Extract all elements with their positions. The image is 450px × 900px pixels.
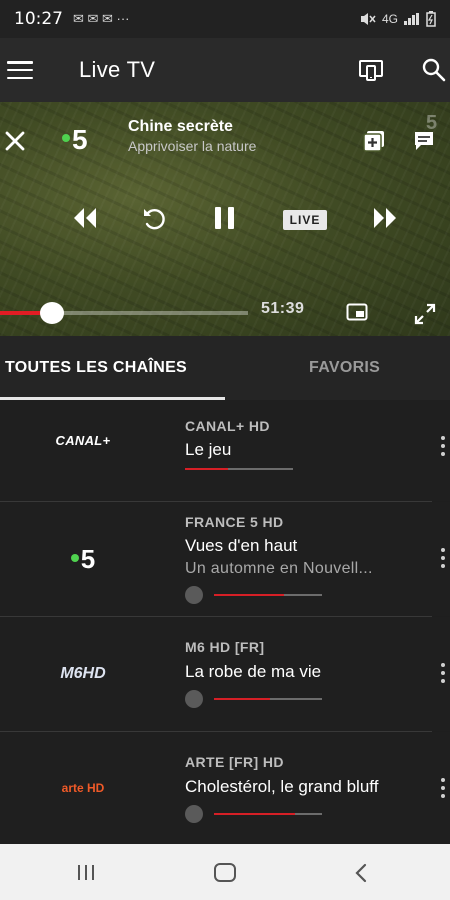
pause-icon[interactable] bbox=[212, 206, 238, 230]
menu-icon[interactable] bbox=[7, 61, 33, 79]
channel-list: CANAL+ CANAL+ HD Le jeu 5 FRANCE 5 HD Vu… bbox=[0, 400, 450, 844]
close-icon[interactable] bbox=[4, 130, 26, 152]
live-button[interactable]: LIVE bbox=[283, 210, 327, 230]
show-title: Cholestérol, le grand bluff bbox=[185, 777, 379, 796]
tab-favorites[interactable]: FAVORIS bbox=[309, 336, 380, 400]
channel-row-canal[interactable]: CANAL+ CANAL+ HD Le jeu bbox=[0, 400, 450, 501]
channel-logo-france5: 5 bbox=[0, 502, 166, 616]
channel-logo-canal: CANAL+ bbox=[55, 433, 111, 448]
rewind-icon[interactable] bbox=[72, 206, 98, 230]
fullscreen-icon[interactable] bbox=[414, 303, 436, 325]
show-title: Le jeu bbox=[185, 440, 232, 459]
channel-row-france5[interactable]: 5 FRANCE 5 HD Vues d'en haut Un automne … bbox=[0, 502, 450, 616]
fast-forward-icon[interactable] bbox=[372, 206, 398, 230]
channel-name: CANAL+ HD bbox=[185, 418, 270, 434]
more-options-icon[interactable] bbox=[441, 663, 445, 683]
add-to-list-icon[interactable] bbox=[363, 130, 385, 152]
battery-icon bbox=[426, 11, 436, 27]
signal-icon bbox=[404, 13, 419, 25]
recents-icon[interactable] bbox=[78, 865, 94, 880]
system-nav-bar bbox=[0, 844, 450, 900]
show-progress bbox=[214, 813, 295, 815]
notification-icons: ✉ ✉ ✉ ··· bbox=[73, 11, 130, 26]
video-player[interactable]: 5 Chine secrète Apprivoiser la nature 5 … bbox=[0, 102, 450, 336]
channel-name: M6 HD [FR] bbox=[185, 639, 265, 655]
more-options-icon[interactable] bbox=[441, 548, 445, 568]
search-icon[interactable] bbox=[422, 58, 446, 82]
app-bar: Live TV bbox=[0, 38, 450, 102]
picture-in-picture-icon[interactable] bbox=[346, 303, 368, 321]
back-icon[interactable] bbox=[354, 863, 368, 883]
page-title: Live TV bbox=[79, 57, 156, 82]
more-options-icon[interactable] bbox=[441, 778, 445, 798]
show-title: La robe de ma vie bbox=[185, 662, 322, 681]
home-icon[interactable] bbox=[214, 863, 236, 882]
replay-icon[interactable] bbox=[185, 690, 203, 708]
channel-logo: 5 bbox=[62, 124, 88, 156]
channel-logo-arte: arte HD bbox=[61, 781, 105, 795]
timecode: 51:39 bbox=[261, 300, 305, 317]
channel-tabs: TOUTES LES CHAÎNES FAVORIS bbox=[0, 336, 450, 400]
mute-icon bbox=[360, 13, 376, 25]
tab-all-channels[interactable]: TOUTES LES CHAÎNES bbox=[5, 336, 187, 400]
status-right: 4G bbox=[360, 11, 436, 27]
channel-logo-m6: M6HD bbox=[60, 665, 106, 682]
show-progress bbox=[214, 594, 285, 596]
replay-icon[interactable] bbox=[185, 805, 203, 823]
subtitles-icon[interactable] bbox=[413, 130, 435, 152]
status-bar: 10:27 ✉ ✉ ✉ ··· 4G bbox=[0, 0, 450, 38]
program-subtitle: Apprivoiser la nature bbox=[128, 138, 257, 154]
show-progress bbox=[185, 468, 229, 470]
channel-row-arte[interactable]: arte HD ARTE [FR] HD Cholestérol, le gra… bbox=[0, 732, 450, 844]
channel-name: ARTE [FR] HD bbox=[185, 754, 284, 770]
replay-icon[interactable] bbox=[185, 586, 203, 604]
show-subtitle: Un automne en Nouvell... bbox=[185, 560, 373, 577]
show-title: Vues d'en haut bbox=[185, 536, 298, 555]
more-options-icon[interactable] bbox=[441, 436, 445, 456]
program-title: Chine secrète bbox=[128, 118, 233, 135]
show-progress bbox=[214, 698, 271, 700]
cast-icon[interactable] bbox=[358, 58, 384, 82]
status-time: 10:27 bbox=[14, 9, 63, 29]
channel-row-m6[interactable]: M6HD M6 HD [FR] La robe de ma vie bbox=[0, 617, 450, 731]
channel-name: FRANCE 5 HD bbox=[185, 514, 284, 530]
network-label: 4G bbox=[381, 12, 398, 26]
restart-icon[interactable] bbox=[142, 206, 168, 232]
